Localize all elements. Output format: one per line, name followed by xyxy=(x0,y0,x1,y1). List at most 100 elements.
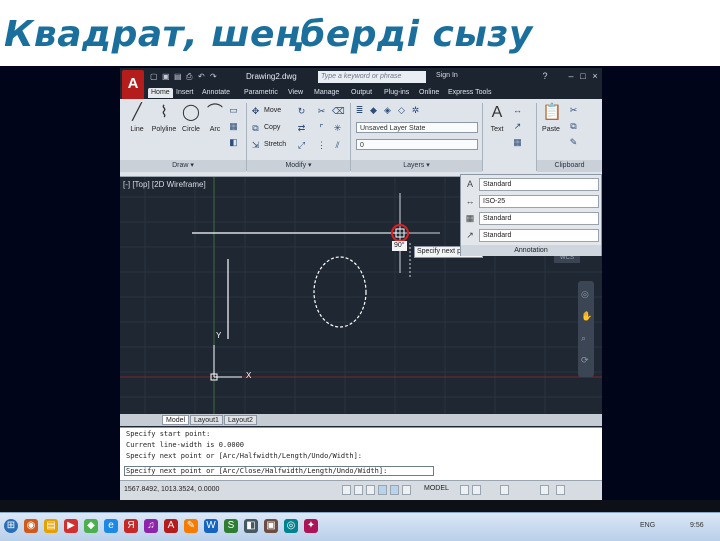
array-icon[interactable]: ⋮ xyxy=(316,140,327,151)
paint-icon[interactable]: ✎ xyxy=(184,519,198,533)
tab-online[interactable]: Online xyxy=(419,88,439,98)
tab-express-tools[interactable]: Express Tools xyxy=(448,88,491,98)
save-icon[interactable]: ▤ xyxy=(174,72,182,83)
media-icon[interactable]: ▶ xyxy=(64,519,78,533)
autocad-icon[interactable]: A xyxy=(164,519,178,533)
yandex-icon[interactable]: Я xyxy=(124,519,138,533)
tab-insert[interactable]: Insert xyxy=(176,88,194,98)
fillet-icon[interactable]: ⌜ xyxy=(316,123,327,134)
offset-icon[interactable]: ⫽ xyxy=(332,140,343,151)
tab-output[interactable]: Output xyxy=(351,88,372,98)
mirror-icon[interactable]: ⇄ xyxy=(296,123,307,134)
word-icon[interactable]: W xyxy=(204,519,218,533)
layer-state-dropdown[interactable]: Unsaved Layer State xyxy=(356,122,478,133)
chrome-icon[interactable]: ◉ xyxy=(24,519,38,533)
current-layer-dropdown[interactable]: 0 xyxy=(356,139,478,150)
sign-in-link[interactable]: Sign In xyxy=(436,72,458,79)
pan-icon[interactable]: ✋ xyxy=(581,311,592,322)
tab-layout2[interactable]: Layout2 xyxy=(224,415,257,425)
language-indicator[interactable]: ENG xyxy=(640,522,655,529)
layer-iso-icon[interactable]: ◈ xyxy=(382,105,393,116)
copy-tool[interactable]: Copy xyxy=(264,124,280,131)
lock-icon[interactable] xyxy=(540,485,549,495)
paste-tool[interactable]: 📋 Paste xyxy=(540,103,562,133)
scale-icon[interactable]: ⤢ xyxy=(296,140,307,151)
app-icon[interactable]: ◧ xyxy=(244,519,258,533)
match-props-icon[interactable]: ✎ xyxy=(568,137,579,148)
leader-icon[interactable]: ↗ xyxy=(512,121,523,132)
hatch-icon[interactable]: ▦ xyxy=(228,121,239,132)
minimize-icon[interactable]: – xyxy=(566,71,576,81)
layer-freeze-icon[interactable]: ✲ xyxy=(410,105,421,116)
help-icon[interactable]: ? xyxy=(540,71,550,81)
app-icon[interactable]: ◆ xyxy=(84,519,98,533)
clock[interactable]: 9:56 xyxy=(690,522,704,529)
rotate-icon[interactable]: ↻ xyxy=(296,106,307,117)
explorer-icon[interactable]: ▤ xyxy=(44,519,58,533)
print-icon[interactable]: ⎙ xyxy=(186,72,192,83)
explode-icon[interactable]: ✳ xyxy=(332,123,343,134)
gradient-icon[interactable]: ◧ xyxy=(228,137,239,148)
panel-modify[interactable]: Modify ▾ xyxy=(247,160,350,172)
panel-draw[interactable]: Draw ▾ xyxy=(120,160,246,172)
table-icon[interactable]: ▦ xyxy=(512,137,523,148)
erase-icon[interactable]: ⌫ xyxy=(332,106,345,117)
osnap-toggle[interactable] xyxy=(390,485,399,495)
copy-clip-icon[interactable]: ⧉ xyxy=(568,121,579,132)
model-space-button[interactable]: MODEL xyxy=(424,485,449,492)
line-tool[interactable]: ╱ Line xyxy=(126,103,148,133)
tab-manage[interactable]: Manage xyxy=(314,88,339,98)
search-input[interactable]: Type a keyword or phrase xyxy=(318,71,426,83)
skype-icon[interactable]: S xyxy=(224,519,238,533)
move-tool[interactable]: Move xyxy=(264,107,281,114)
open-icon[interactable]: ▣ xyxy=(162,72,170,83)
annotation-scale-icon[interactable] xyxy=(472,485,481,495)
browser-icon[interactable]: e xyxy=(104,519,118,533)
layer-state-icon[interactable]: ◆ xyxy=(368,105,379,116)
tab-view[interactable]: View xyxy=(288,88,303,98)
snap-toggle[interactable] xyxy=(342,485,351,495)
application-menu-button[interactable]: A xyxy=(122,70,144,100)
arc-tool[interactable]: ⌒ Arc xyxy=(204,103,226,133)
app-icon[interactable]: ▣ xyxy=(264,519,278,533)
undo-icon[interactable]: ↶ xyxy=(198,72,205,83)
workspace-icon[interactable] xyxy=(500,485,509,495)
layer-properties-icon[interactable]: ≣ xyxy=(354,105,365,116)
circle-tool[interactable]: ◯ Circle xyxy=(180,103,202,133)
maximize-icon[interactable]: □ xyxy=(578,71,588,81)
app-icon[interactable]: ✦ xyxy=(304,519,318,533)
rectangle-icon[interactable]: ▭ xyxy=(228,105,239,116)
polar-toggle[interactable] xyxy=(378,485,387,495)
tab-annotate[interactable]: Annotate xyxy=(202,88,230,98)
ortho-toggle[interactable] xyxy=(366,485,375,495)
stretch-tool[interactable]: Stretch xyxy=(264,141,286,148)
redo-icon[interactable]: ↷ xyxy=(210,72,217,83)
zoom-icon[interactable]: ⌕ xyxy=(581,333,586,344)
dimension-icon[interactable]: ↔ xyxy=(512,105,523,116)
grid-toggle[interactable] xyxy=(354,485,363,495)
trim-icon[interactable]: ✂ xyxy=(316,106,327,117)
otrack-toggle[interactable] xyxy=(402,485,411,495)
dim-style-dropdown[interactable]: ISO-25 xyxy=(479,195,599,208)
navigation-bar[interactable]: ◎ ✋ ⌕ ⟳ xyxy=(578,281,594,377)
mleader-style-dropdown[interactable]: Standard xyxy=(479,229,599,242)
annotation-footer[interactable]: Annotation xyxy=(461,245,601,256)
quick-view-icon[interactable] xyxy=(460,485,469,495)
clean-screen-icon[interactable] xyxy=(556,485,565,495)
orbit-icon[interactable]: ⟳ xyxy=(581,355,589,366)
polyline-tool[interactable]: ⌇ Polyline xyxy=(150,103,178,133)
app-icon[interactable]: ♫ xyxy=(144,519,158,533)
app-icon[interactable]: ◎ xyxy=(284,519,298,533)
viewport-label[interactable]: [-] [Top] [2D Wireframe] xyxy=(123,180,206,189)
start-icon[interactable]: ⊞ xyxy=(4,519,18,533)
layer-off-icon[interactable]: ◇ xyxy=(396,105,407,116)
tab-plugins[interactable]: Plug-ins xyxy=(384,88,409,98)
close-icon[interactable]: × xyxy=(590,71,600,81)
new-icon[interactable]: ▢ xyxy=(150,72,158,83)
tab-model[interactable]: Model xyxy=(162,415,190,425)
cut-icon[interactable]: ✂ xyxy=(568,105,579,116)
tab-layout1[interactable]: Layout1 xyxy=(190,415,223,425)
text-tool[interactable]: A Text xyxy=(486,103,508,133)
tab-home[interactable]: Home xyxy=(148,88,173,98)
panel-clipboard[interactable]: Clipboard xyxy=(537,160,602,172)
